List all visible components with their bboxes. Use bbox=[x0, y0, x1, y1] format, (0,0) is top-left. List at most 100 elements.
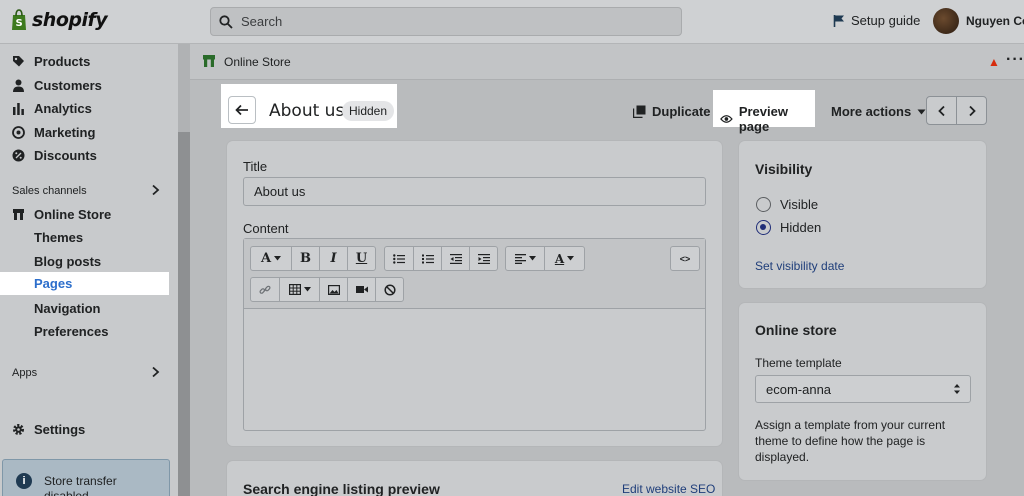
insert-group bbox=[250, 277, 404, 302]
numbered-list-button[interactable] bbox=[413, 247, 441, 270]
align-left-icon bbox=[514, 253, 526, 264]
sidebar-item-discounts[interactable]: Discounts bbox=[12, 148, 97, 163]
title-label: Title bbox=[243, 159, 268, 174]
sidebar-item-online-store[interactable]: Online Store bbox=[12, 207, 111, 222]
user-name: Nguyen Co bbox=[966, 14, 1024, 28]
chevron-left-icon bbox=[937, 105, 945, 116]
sidebar-item-pages[interactable]: Pages bbox=[0, 272, 169, 295]
theme-template-value: ecom-anna bbox=[766, 381, 832, 397]
set-visibility-date-link[interactable]: Set visibility date bbox=[755, 259, 844, 273]
insert-table-dropdown[interactable] bbox=[279, 278, 319, 301]
title-input-value: About us bbox=[254, 184, 306, 199]
shopify-logo[interactable]: S shopify bbox=[10, 9, 108, 31]
edit-website-seo-link[interactable]: Edit website SEO bbox=[622, 482, 715, 496]
setup-guide-button[interactable]: Setup guide bbox=[833, 13, 920, 28]
text-color-dropdown[interactable]: A bbox=[544, 247, 584, 270]
duplicate-icon bbox=[633, 105, 646, 118]
align-dropdown[interactable] bbox=[506, 247, 544, 270]
insert-link-button[interactable] bbox=[251, 278, 279, 301]
insert-image-button[interactable] bbox=[319, 278, 347, 301]
visibility-option-visible[interactable]: Visible bbox=[756, 197, 818, 212]
sidebar-item-blog-posts[interactable]: Blog posts bbox=[34, 254, 101, 269]
caret-down-icon bbox=[274, 256, 282, 261]
sidebar-item-customers[interactable]: Customers bbox=[12, 78, 102, 93]
back-button[interactable] bbox=[228, 96, 256, 124]
bullet-list-button[interactable] bbox=[385, 247, 413, 270]
preview-page-content: Preview page bbox=[720, 104, 815, 134]
shopify-bag-icon: S bbox=[12, 9, 26, 30]
sidebar-item-navigation[interactable]: Navigation bbox=[34, 301, 100, 316]
text-format-group: A B I U bbox=[250, 246, 376, 271]
sidebar-item-preferences[interactable]: Preferences bbox=[34, 324, 108, 339]
store-icon bbox=[13, 209, 24, 220]
apps-label: Apps bbox=[12, 367, 38, 379]
italic-button[interactable]: I bbox=[319, 247, 347, 270]
theme-template-select[interactable]: ecom-anna bbox=[755, 375, 971, 403]
seo-card-title: Search engine listing preview bbox=[243, 481, 440, 496]
page-title: About us bbox=[269, 101, 345, 121]
store-transfer-banner: i Store transfer disabled bbox=[2, 459, 170, 496]
insert-video-button[interactable] bbox=[347, 278, 375, 301]
discount-icon bbox=[12, 149, 25, 162]
radio-button-selected[interactable] bbox=[756, 220, 771, 235]
align-color-group: A bbox=[505, 246, 585, 271]
link-icon bbox=[259, 285, 271, 294]
visibility-option-hidden[interactable]: Hidden bbox=[756, 220, 821, 235]
underline-button[interactable]: U bbox=[347, 247, 375, 270]
page-pagination bbox=[926, 96, 987, 125]
more-actions-button[interactable]: More actions bbox=[831, 104, 926, 119]
preview-page-label: Preview page bbox=[738, 104, 788, 134]
user-menu[interactable]: Nguyen Co bbox=[933, 8, 1024, 34]
duplicate-button[interactable]: Duplicate bbox=[633, 104, 711, 119]
search-input[interactable]: Search bbox=[210, 7, 682, 36]
rich-text-editor[interactable]: A B I U A <> bbox=[243, 238, 706, 431]
gear-icon bbox=[13, 424, 24, 435]
store-icon bbox=[203, 55, 215, 67]
sidebar-item-analytics[interactable]: Analytics bbox=[12, 101, 92, 116]
sidebar-item-label: Discounts bbox=[34, 148, 97, 163]
code-icon: <> bbox=[679, 253, 691, 264]
font-dropdown[interactable]: A bbox=[251, 247, 291, 270]
sidebar-scrollbar-thumb[interactable] bbox=[178, 132, 190, 496]
previous-page-button[interactable] bbox=[927, 97, 956, 124]
sidebar-item-themes[interactable]: Themes bbox=[34, 230, 83, 245]
sidebar-item-products[interactable]: Products bbox=[12, 54, 90, 69]
caret-down-icon bbox=[917, 109, 926, 114]
tag-icon bbox=[13, 56, 24, 67]
info-icon: i bbox=[16, 473, 32, 489]
indent-icon bbox=[477, 253, 490, 264]
next-page-button[interactable] bbox=[956, 97, 986, 124]
pin-icon[interactable]: ▲ bbox=[988, 55, 1000, 69]
duplicate-label: Duplicate bbox=[652, 104, 711, 119]
theme-template-help: Assign a template from your current them… bbox=[755, 418, 946, 464]
more-options-icon[interactable]: ··· bbox=[1006, 51, 1024, 69]
online-store-header: Online Store ▲ ··· bbox=[190, 44, 1024, 80]
svg-text:S: S bbox=[16, 18, 23, 29]
caret-down-icon bbox=[528, 256, 536, 261]
title-input[interactable]: About us bbox=[243, 177, 706, 206]
top-bar: S shopify Search Setup guide Nguyen Co bbox=[0, 0, 1024, 44]
preview-page-button[interactable]: Preview page bbox=[713, 90, 815, 134]
outdent-button[interactable] bbox=[441, 247, 469, 270]
chevron-right-icon[interactable] bbox=[150, 366, 160, 378]
table-icon bbox=[288, 284, 301, 295]
indent-button[interactable] bbox=[469, 247, 497, 270]
text-color-icon: A bbox=[554, 251, 565, 266]
radio-button[interactable] bbox=[756, 197, 771, 212]
caret-down-icon bbox=[303, 287, 311, 292]
bold-button[interactable]: B bbox=[291, 247, 319, 270]
visibility-card-title: Visibility bbox=[755, 161, 813, 177]
arrow-left-icon bbox=[235, 104, 248, 116]
caret-down-icon bbox=[567, 256, 575, 261]
chevron-right-icon[interactable] bbox=[150, 184, 160, 196]
sidebar-item-settings[interactable]: Settings bbox=[12, 422, 85, 437]
content-label: Content bbox=[243, 221, 289, 236]
sidebar-item-label: Analytics bbox=[34, 101, 92, 116]
clear-formatting-button[interactable] bbox=[375, 278, 403, 301]
bullet-list-icon bbox=[393, 253, 405, 264]
sidebar-item-label: Pages bbox=[34, 276, 73, 291]
sidebar-item-marketing[interactable]: Marketing bbox=[12, 125, 95, 140]
show-html-button[interactable]: <> bbox=[671, 247, 699, 270]
person-icon bbox=[13, 79, 24, 92]
target-icon bbox=[12, 126, 25, 139]
